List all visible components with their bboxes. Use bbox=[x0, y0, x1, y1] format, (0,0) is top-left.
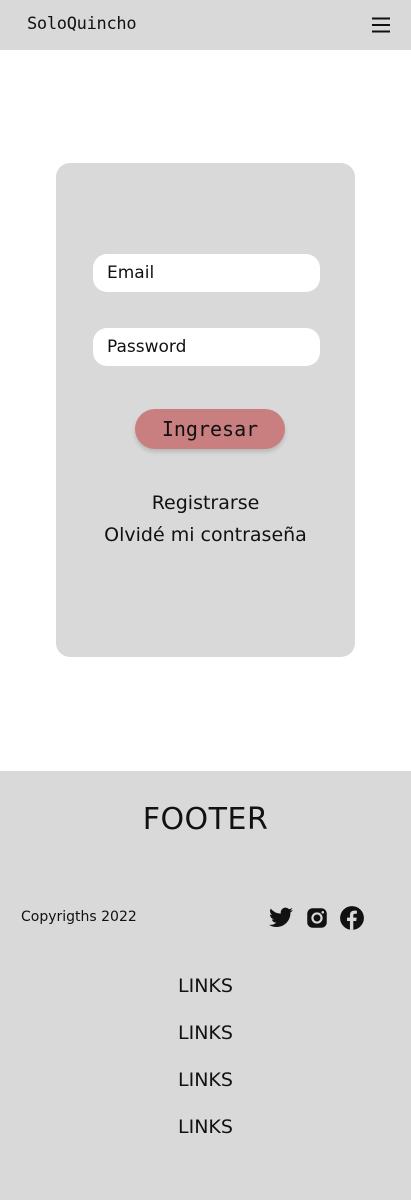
register-link[interactable]: Registrarse bbox=[56, 492, 355, 514]
email-field[interactable] bbox=[93, 254, 320, 292]
twitter-icon[interactable] bbox=[268, 905, 294, 931]
login-button[interactable]: Ingresar bbox=[135, 409, 285, 449]
login-button-label: Ingresar bbox=[161, 417, 259, 441]
footer-link[interactable]: LINKS bbox=[0, 1069, 411, 1091]
footer-link[interactable]: LINKS bbox=[0, 1116, 411, 1138]
instagram-icon[interactable] bbox=[304, 905, 330, 931]
footer: FOOTER Copyrigths 2022 LINKS LINKS LINKS… bbox=[0, 771, 411, 1200]
brand-logo[interactable]: SoloQuincho bbox=[27, 14, 137, 34]
footer-link[interactable]: LINKS bbox=[0, 1022, 411, 1044]
copyright-text: Copyrigths 2022 bbox=[21, 909, 137, 925]
footer-title: FOOTER bbox=[142, 802, 269, 837]
password-field[interactable] bbox=[93, 328, 320, 366]
footer-link[interactable]: LINKS bbox=[0, 975, 411, 997]
hamburger-menu-icon[interactable] bbox=[368, 15, 394, 35]
facebook-icon[interactable] bbox=[339, 905, 365, 931]
login-card: Ingresar Registrarse Olvidé mi contraseñ… bbox=[56, 163, 355, 657]
top-navbar: SoloQuincho bbox=[0, 0, 411, 50]
forgot-password-link[interactable]: Olvidé mi contraseña bbox=[56, 524, 355, 546]
